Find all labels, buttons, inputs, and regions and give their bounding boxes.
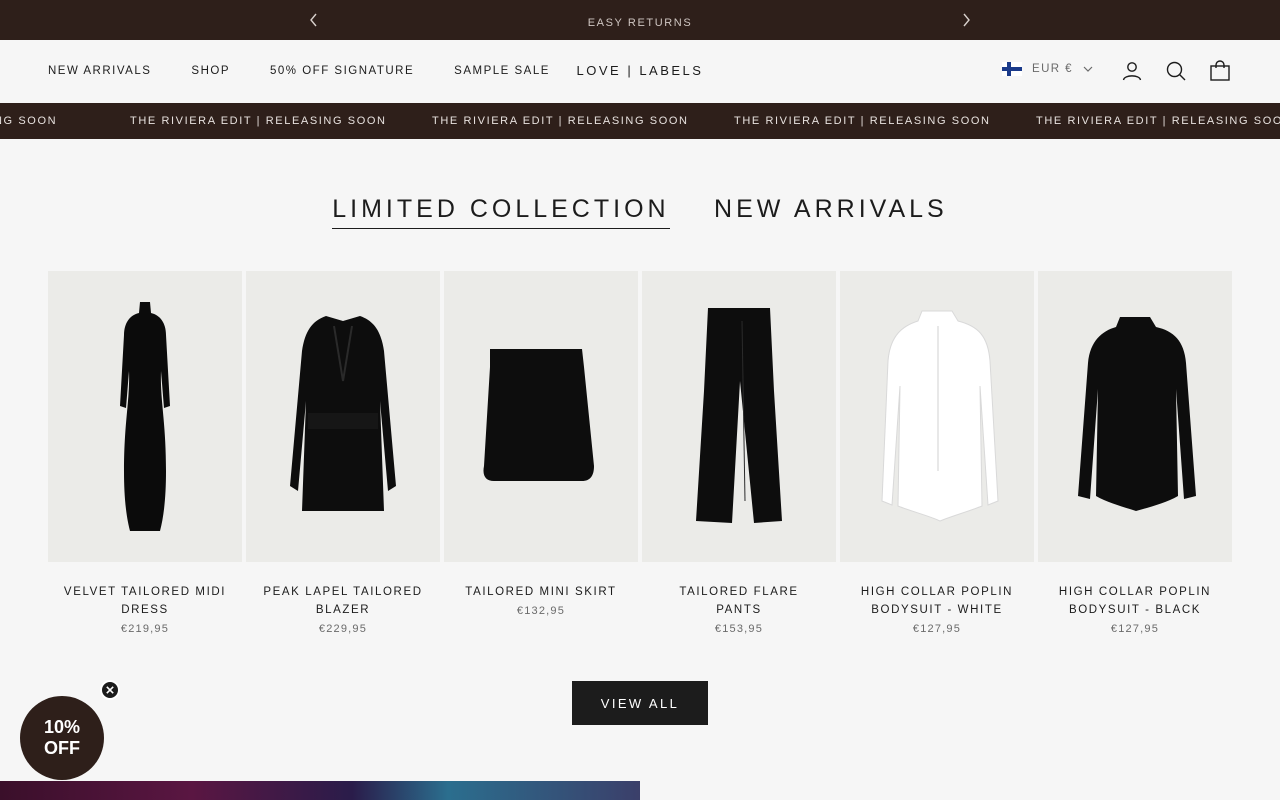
product-image[interactable] <box>840 271 1034 562</box>
tab-new-arrivals[interactable]: NEW ARRIVALS <box>714 195 948 228</box>
product-price: €219,95 <box>120 623 170 635</box>
product-price: €229,95 <box>318 623 368 635</box>
product-price: €153,95 <box>714 623 764 635</box>
currency-label: EUR € <box>1032 63 1073 75</box>
marquee-item: THE RIVIERA EDIT | RELEASING SOON <box>734 115 991 127</box>
product-price: €127,95 <box>1110 623 1160 635</box>
chevron-right-icon[interactable] <box>956 10 976 30</box>
close-icon[interactable] <box>100 680 120 700</box>
collection-tabs: LIMITED COLLECTION NEW ARRIVALS <box>0 195 1280 229</box>
product-title[interactable]: VELVET TAILORED MIDI DRESS <box>48 583 242 619</box>
product-image[interactable] <box>444 271 638 562</box>
product-image[interactable] <box>642 271 836 562</box>
product-title[interactable]: HIGH COLLAR POPLIN BODYSUIT - WHITE <box>840 583 1034 619</box>
product-card[interactable]: TAILORED MINI SKIRT €132,95 <box>444 271 638 635</box>
marquee-bar: NG SOON THE RIVIERA EDIT | RELEASING SOO… <box>0 103 1280 139</box>
account-icon[interactable] <box>1120 59 1144 83</box>
product-card[interactable]: PEAK LAPEL TAILORED BLAZER €229,95 <box>246 271 440 635</box>
currency-selector[interactable]: EUR € <box>1002 62 1093 76</box>
promo-line1: 10% <box>43 717 81 737</box>
product-card[interactable]: TAILORED FLARE PANTS €153,95 <box>642 271 836 635</box>
hero-banner-image[interactable] <box>0 781 640 800</box>
tab-limited-collection[interactable]: LIMITED COLLECTION <box>332 195 670 229</box>
finland-flag-icon <box>1002 62 1022 76</box>
marquee-item: THE RIVIERA EDIT | RELEASING SOON <box>130 115 387 127</box>
product-card[interactable]: VELVET TAILORED MIDI DRESS €219,95 <box>48 271 242 635</box>
product-image[interactable] <box>48 271 242 562</box>
product-title[interactable]: TAILORED MINI SKIRT <box>444 583 638 601</box>
product-price: €127,95 <box>912 623 962 635</box>
search-icon[interactable] <box>1164 59 1188 83</box>
promo-line2: OFF <box>44 738 80 758</box>
marquee-item: NG SOON <box>0 115 58 127</box>
product-price: €132,95 <box>516 605 566 617</box>
view-all-button[interactable]: VIEW ALL <box>572 681 708 725</box>
product-image[interactable] <box>1038 271 1232 562</box>
marquee-item: THE RIVIERA EDIT | RELEASING SOON <box>432 115 689 127</box>
announcement-bar: EASY RETURNS <box>0 0 1280 40</box>
product-card[interactable]: HIGH COLLAR POPLIN BODYSUIT - BLACK €127… <box>1038 271 1232 635</box>
chevron-down-icon <box>1083 66 1093 72</box>
announcement-text: EASY RETURNS <box>587 17 693 29</box>
discount-promo-button[interactable]: 10% OFF <box>20 696 104 780</box>
product-title[interactable]: HIGH COLLAR POPLIN BODYSUIT - BLACK <box>1038 583 1232 619</box>
bag-icon[interactable] <box>1208 59 1232 83</box>
product-image[interactable] <box>246 271 440 562</box>
site-header: NEW ARRIVALS SHOP 50% OFF SIGNATURE SAMP… <box>0 40 1280 103</box>
marquee-item: THE RIVIERA EDIT | RELEASING SOON <box>1036 115 1280 127</box>
product-title[interactable]: TAILORED FLARE PANTS <box>642 583 836 619</box>
product-card[interactable]: HIGH COLLAR POPLIN BODYSUIT - WHITE €127… <box>840 271 1034 635</box>
product-title[interactable]: PEAK LAPEL TAILORED BLAZER <box>246 583 440 619</box>
product-grid: VELVET TAILORED MIDI DRESS €219,95 PEAK … <box>48 271 1232 635</box>
